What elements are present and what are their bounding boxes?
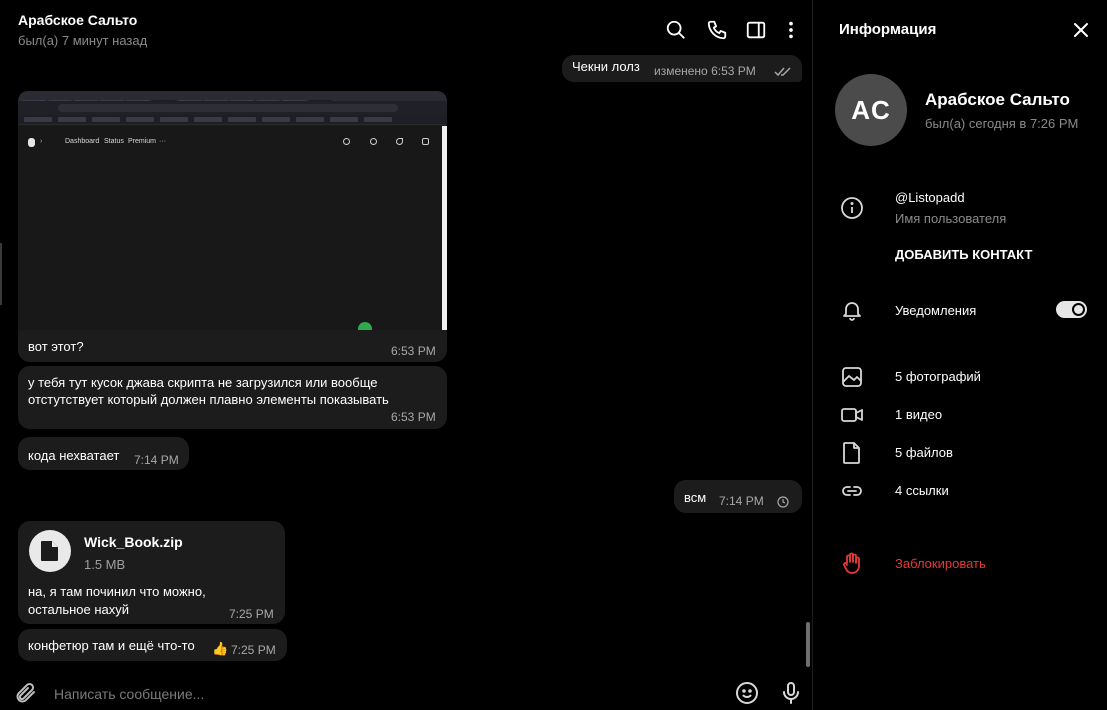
block-user-button[interactable]: Заблокировать [895, 556, 986, 571]
message-time: 6:53 PM [391, 410, 436, 424]
chat-header: Арабское Сальто был(а) 7 минут назад [0, 0, 812, 58]
browser-tabs [22, 93, 334, 106]
notifications-toggle[interactable] [1056, 301, 1087, 318]
phone-icon[interactable] [706, 19, 728, 41]
sidebar-toggle-icon[interactable] [745, 19, 767, 41]
video-icon [840, 403, 864, 427]
file-icon [840, 441, 864, 465]
search-icon[interactable] [665, 19, 687, 41]
emoji-icon[interactable] [735, 681, 759, 705]
info-title: Информация [839, 21, 937, 38]
info-panel: Информация AC Арабское Сальто был(а) сег… [812, 0, 1107, 710]
message-text: всм [684, 490, 707, 505]
chat-status: был(а) 7 минут назад [18, 33, 148, 48]
message-text: остальное нахуй [28, 602, 130, 617]
chat-scrollbar[interactable] [806, 622, 810, 667]
image-attachment[interactable]: › Dashboard Status Premium ··· [18, 91, 447, 330]
bell-icon [840, 298, 864, 322]
microphone-icon[interactable] [779, 681, 803, 705]
photo-icon [840, 365, 864, 389]
moon-icon [396, 138, 403, 145]
close-icon[interactable] [1072, 21, 1090, 39]
site-nav-item: Status [104, 138, 124, 145]
read-check-icon [774, 64, 794, 77]
more-vertical-icon[interactable] [780, 19, 802, 41]
add-contact-button[interactable]: Добавить контакт [895, 247, 1032, 262]
username-value[interactable]: @Listopadd [895, 190, 965, 205]
message-input[interactable] [54, 684, 694, 704]
resize-handle[interactable] [0, 243, 2, 305]
hand-block-icon [840, 551, 864, 575]
file-download-button[interactable] [29, 530, 71, 572]
message-time: 6:53 PM [391, 344, 436, 358]
message-time: 7:25 PM [231, 643, 276, 657]
file-icon [41, 541, 58, 561]
site-nav-item: Premium [128, 138, 157, 145]
file-name[interactable]: Wick_Book.zip [84, 534, 183, 550]
message-text: отстутствует который должен плавно элеме… [28, 392, 389, 407]
message-time: 7:14 PM [134, 453, 179, 467]
browser-page [18, 126, 442, 330]
message-text: конфетюр там и ещё что-то [28, 638, 195, 653]
media-links[interactable]: 4 ссылки [895, 483, 949, 498]
media-videos[interactable]: 1 видео [895, 407, 942, 422]
media-photos[interactable]: 5 фотографий [895, 369, 981, 384]
attach-icon[interactable] [14, 681, 38, 705]
site-logo-icon [28, 138, 35, 147]
message-text: у тебя тут кусок джава скрипта не загруз… [28, 375, 378, 390]
chevron-right-icon: › [40, 138, 43, 145]
link-icon [840, 479, 864, 503]
browser-url-bar [58, 104, 398, 112]
message-composer [0, 676, 812, 710]
chat-panel: Арабское Сальто был(а) 7 минут назад Чек… [0, 0, 812, 710]
message-time: изменено 6:53 PM [654, 64, 756, 78]
file-size: 1.5 MB [84, 557, 126, 572]
site-nav-item: Dashboard [65, 138, 100, 145]
message-text: вот этот? [28, 339, 84, 354]
site-nav-item: ··· [159, 138, 166, 145]
message-time: 7:14 PM [719, 494, 764, 508]
message-text: Чекни лолз [572, 59, 640, 74]
reaction-thumbs-up-icon[interactable]: 👍 [212, 641, 228, 657]
contact-name: Арабское Сальто [925, 90, 1070, 109]
status-dot-icon [358, 322, 372, 330]
username-label: Имя пользователя [895, 211, 1007, 226]
diamond-icon [343, 138, 350, 145]
media-files[interactable]: 5 файлов [895, 445, 953, 460]
chat-title[interactable]: Арабское Сальто [18, 12, 137, 28]
contact-last-seen: был(а) сегодня в 7:26 PM [925, 116, 1079, 131]
discord-icon [422, 138, 429, 145]
browser-scrollbar [442, 126, 447, 330]
notifications-label: Уведомления [895, 303, 977, 318]
message-time: 7:25 PM [229, 607, 274, 621]
avatar[interactable]: AC [835, 74, 907, 146]
info-icon [840, 196, 864, 220]
message-text: кода нехватает [28, 448, 120, 463]
clock-pending-icon [777, 495, 789, 508]
message-text: на, я там починил что можно, [28, 584, 206, 599]
gear-icon [370, 138, 377, 145]
toggle-knob [1072, 303, 1085, 316]
